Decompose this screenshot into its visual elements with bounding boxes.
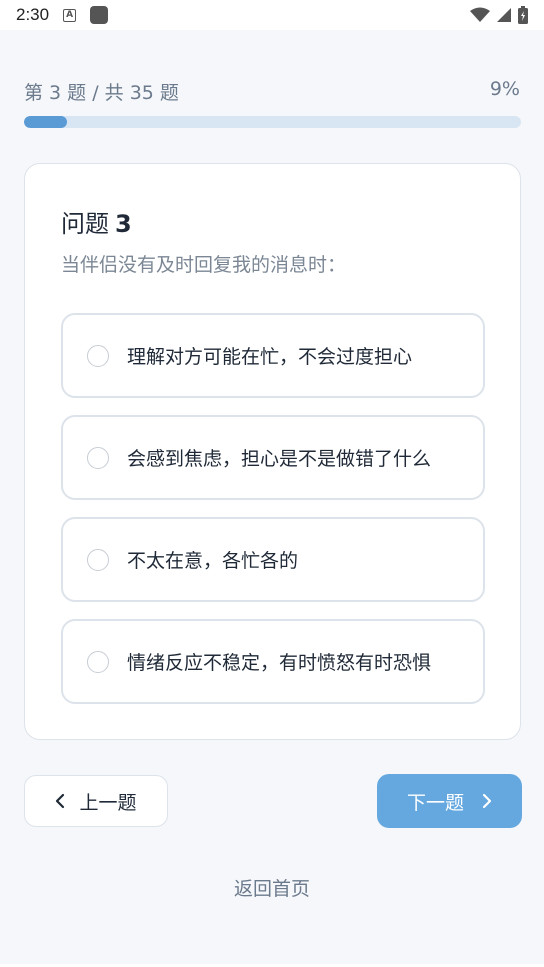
option-1[interactable]: 理解对方可能在忙，不会过度担心 xyxy=(61,313,485,398)
status-time: 2:30 xyxy=(16,5,50,24)
progress-label: 第 3 题 / 共 35 题 xyxy=(24,82,179,104)
chevron-left-icon xyxy=(56,793,65,809)
app-notification-icon xyxy=(90,6,109,24)
back-home-link[interactable]: 返回首页 xyxy=(0,874,544,901)
prev-question-button[interactable]: 上一题 xyxy=(24,775,168,827)
option-2[interactable]: 会感到焦虑，担心是不是做错了什么 xyxy=(61,415,485,500)
next-question-button[interactable]: 下一题 xyxy=(377,774,522,828)
option-4[interactable]: 情绪反应不稳定，有时愤怒有时恐惧 xyxy=(61,619,485,704)
radio-icon[interactable] xyxy=(87,548,109,571)
question-number: 3 xyxy=(115,210,132,238)
radio-icon[interactable] xyxy=(87,344,109,367)
option-3[interactable]: 不太在意，各忙各的 xyxy=(61,517,485,602)
radio-icon[interactable] xyxy=(87,650,109,673)
question-title: 问题 3 xyxy=(61,204,132,239)
question-text: 当伴侣没有及时回复我的消息时： xyxy=(61,254,347,276)
prev-button-label: 上一题 xyxy=(79,791,137,814)
question-card: 问题 3 当伴侣没有及时回复我的消息时： 理解对方可能在忙，不会过度担心 会感到焦… xyxy=(24,163,521,740)
option-text: 理解对方可能在忙，不会过度担心 xyxy=(127,346,413,368)
radio-icon[interactable] xyxy=(87,446,109,469)
wifi-icon xyxy=(470,7,490,22)
status-icons xyxy=(470,6,528,24)
signal-icon xyxy=(497,8,511,22)
progress-percent: 9% xyxy=(489,78,520,100)
chevron-right-icon xyxy=(482,793,492,809)
question-title-prefix: 问题 xyxy=(61,210,109,238)
option-text: 会感到焦虑，担心是不是做错了什么 xyxy=(127,448,432,470)
progress-track xyxy=(24,116,521,128)
option-text: 情绪反应不稳定，有时愤怒有时恐惧 xyxy=(127,652,432,674)
a-notification-icon: A xyxy=(63,8,77,22)
status-bar: 2:30 A xyxy=(0,0,544,30)
next-button-label: 下一题 xyxy=(406,791,464,814)
option-text: 不太在意，各忙各的 xyxy=(127,550,299,572)
progress-fill xyxy=(24,116,67,128)
battery-icon xyxy=(518,6,528,24)
